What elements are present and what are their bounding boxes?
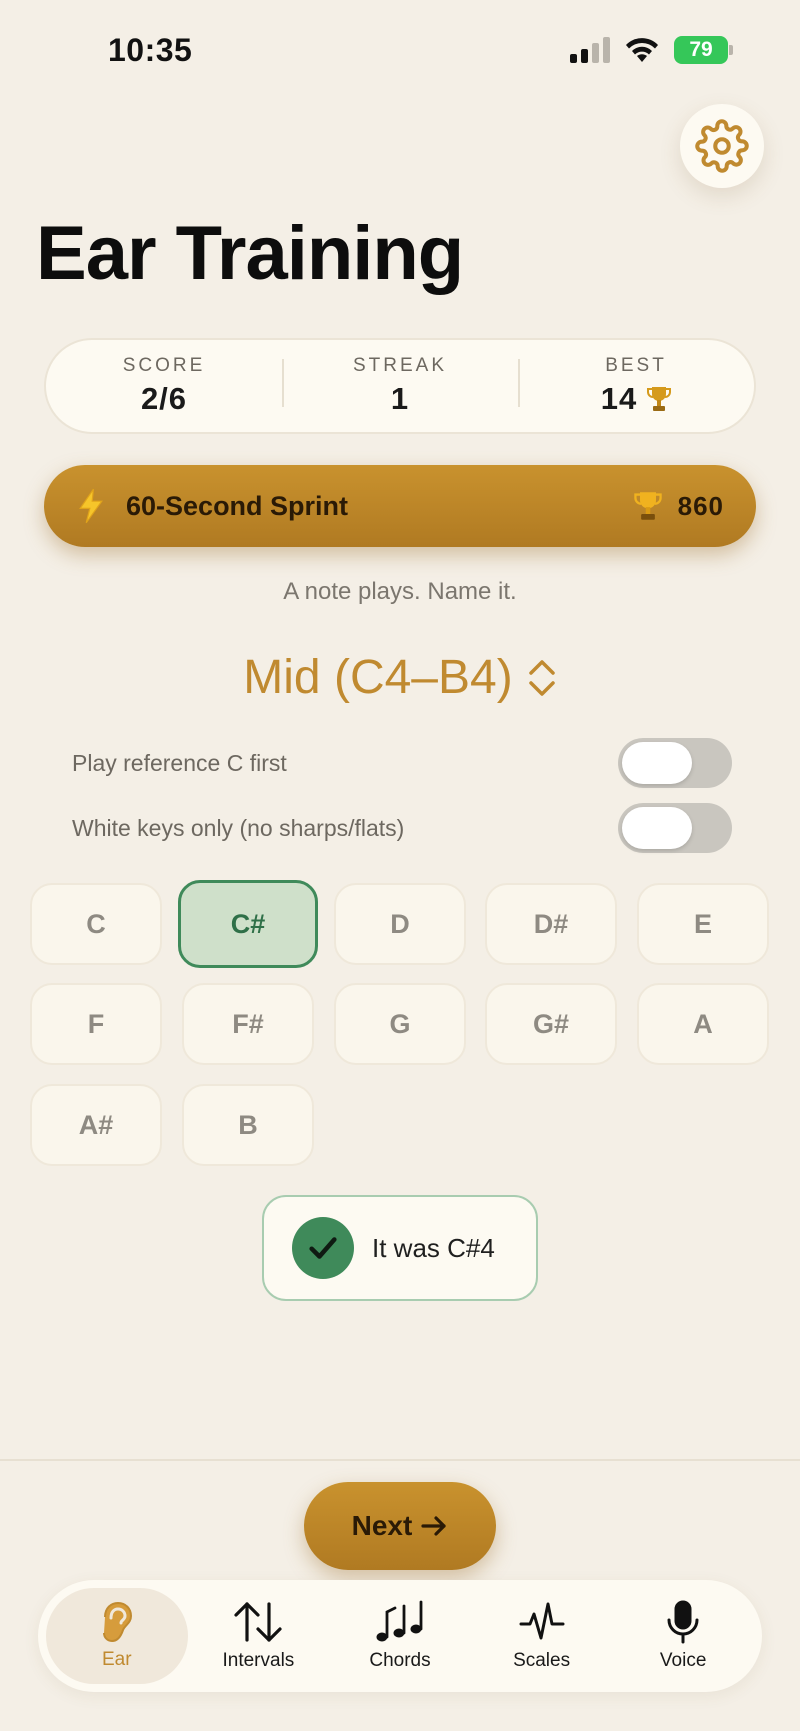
answer-feedback: It was C#4 (262, 1195, 538, 1301)
music-notes-icon (376, 1600, 423, 1642)
wifi-icon (626, 38, 658, 62)
chevron-up-down-icon (528, 659, 555, 696)
note-button-d[interactable]: D (334, 883, 466, 965)
stats-card: SCORE 2/6 STREAK 1 BEST 14 (44, 338, 756, 434)
sprint-best-score: 860 (633, 490, 724, 522)
note-button-b[interactable]: B (182, 1084, 314, 1166)
note-button-f[interactable]: F (30, 983, 162, 1065)
arrow-right-icon (421, 1516, 446, 1536)
note-button-c[interactable]: C (30, 883, 162, 965)
note-button-g[interactable]: G (334, 983, 466, 1065)
range-label: Mid (C4–B4) (243, 651, 513, 704)
next-label: Next (351, 1510, 413, 1541)
tab-voice[interactable]: Voice (612, 1588, 754, 1684)
status-icons: 79 (570, 36, 733, 64)
instruction-text: A note plays. Name it. (283, 578, 517, 605)
note-button-f-sharp[interactable]: F# (182, 983, 314, 1065)
tab-chords[interactable]: Chords (329, 1588, 471, 1684)
gear-icon (695, 119, 749, 173)
trophy-icon (647, 387, 672, 411)
tab-label: Scales (513, 1650, 571, 1671)
stat-value: 2/6 (140, 381, 188, 416)
page-title: Ear Training (36, 211, 464, 296)
toggle-row-white-keys: White keys only (no sharps/flats) (72, 803, 732, 853)
stat-label: BEST (605, 355, 667, 376)
tab-ear[interactable]: Ear (46, 1588, 188, 1684)
stat-value: 1 (390, 381, 410, 416)
toggle-knob (622, 742, 692, 784)
note-button-d-sharp[interactable]: D# (485, 883, 617, 965)
tab-label: Ear (102, 1649, 132, 1670)
battery-level: 79 (689, 38, 713, 61)
tab-scales[interactable]: Scales (471, 1588, 613, 1684)
toggle-row-reference: Play reference C first (72, 738, 732, 788)
note-button-a[interactable]: A (637, 983, 769, 1065)
sprint-title: 60-Second Sprint (126, 490, 349, 521)
stat-streak: STREAK 1 (282, 355, 518, 417)
toggle-label: White keys only (no sharps/flats) (72, 814, 405, 841)
waveform-icon (519, 1602, 565, 1640)
ear-icon (102, 1601, 132, 1643)
settings-button[interactable] (680, 104, 764, 188)
note-button-g-sharp[interactable]: G# (485, 983, 617, 1065)
status-time: 10:35 (108, 32, 193, 68)
divider (0, 1459, 800, 1461)
stat-value: 14 (600, 381, 638, 416)
note-button-a-sharp[interactable]: A# (30, 1084, 162, 1166)
sprint-score-value: 860 (677, 490, 724, 521)
range-picker[interactable]: Mid (C4–B4) (0, 650, 800, 705)
microphone-icon (667, 1600, 699, 1644)
checkmark-icon (292, 1217, 354, 1279)
lightning-icon (79, 488, 103, 524)
arrows-up-down-icon (234, 1602, 282, 1642)
tab-label: Voice (659, 1650, 707, 1671)
toggle-knob (622, 807, 692, 849)
tab-label: Intervals (222, 1650, 295, 1671)
white-keys-toggle[interactable] (618, 803, 732, 853)
tab-bar: Ear Intervals Chords Scales Voice (38, 1580, 762, 1692)
cellular-signal-icon (570, 37, 610, 63)
note-button-e[interactable]: E (637, 883, 769, 965)
note-button-c-sharp[interactable]: C# (178, 880, 318, 968)
feedback-text: It was C#4 (372, 1232, 495, 1263)
next-button[interactable]: Next (304, 1482, 496, 1570)
stat-label: SCORE (122, 355, 206, 376)
stat-score: SCORE 2/6 (46, 355, 282, 417)
battery-icon: 79 (674, 36, 733, 64)
stat-value-row: 14 (518, 381, 754, 417)
stat-best: BEST 14 (518, 355, 754, 417)
stat-label: STREAK (352, 355, 448, 376)
status-bar: 10:35 79 (0, 0, 800, 100)
reference-c-toggle[interactable] (618, 738, 732, 788)
tab-label: Chords (369, 1650, 431, 1671)
tab-intervals[interactable]: Intervals (188, 1588, 330, 1684)
trophy-icon (633, 492, 662, 520)
sprint-button[interactable]: 60-Second Sprint 860 (44, 465, 756, 547)
toggle-label: Play reference C first (72, 749, 287, 776)
